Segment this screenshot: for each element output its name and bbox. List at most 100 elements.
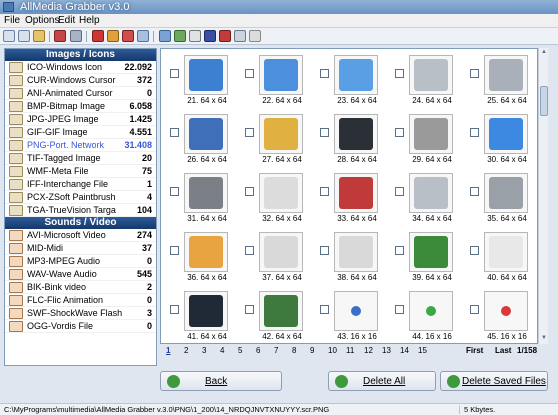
save-icon[interactable] xyxy=(137,30,149,42)
category-item[interactable]: CUR-Windows Cursor 372 xyxy=(5,74,156,87)
select-checkbox[interactable] xyxy=(395,246,404,255)
select-checkbox[interactable] xyxy=(395,305,404,314)
thumbnail[interactable] xyxy=(184,55,228,95)
select-checkbox[interactable] xyxy=(470,246,479,255)
select-checkbox[interactable] xyxy=(245,246,254,255)
thumbnail[interactable] xyxy=(484,114,528,154)
page-link[interactable]: 14 xyxy=(400,346,409,355)
category-item[interactable]: AVI-Microsoft Video 274 xyxy=(5,229,156,242)
help-icon[interactable] xyxy=(249,30,261,42)
select-checkbox[interactable] xyxy=(470,305,479,314)
category-item[interactable]: PCX-ZSoft Paintbrush 4 xyxy=(5,191,156,204)
delete-icon[interactable] xyxy=(92,30,104,42)
open-icon[interactable] xyxy=(18,30,30,42)
last-page-link[interactable]: Last xyxy=(495,346,511,355)
select-checkbox[interactable] xyxy=(245,305,254,314)
thumbnail[interactable] xyxy=(409,114,453,154)
page-link[interactable]: 11 xyxy=(346,346,354,355)
category-item[interactable]: FLC-Flic Animation 0 xyxy=(5,294,156,307)
select-checkbox[interactable] xyxy=(320,187,329,196)
settings-icon[interactable] xyxy=(234,30,246,42)
page-link[interactable]: 7 xyxy=(274,346,278,355)
category-item[interactable]: WMF-Meta File 75 xyxy=(5,165,156,178)
select-checkbox[interactable] xyxy=(170,128,179,137)
category-item[interactable]: PNG-Port. Network 31.408 xyxy=(5,139,156,152)
thumbnail[interactable] xyxy=(184,232,228,272)
select-checkbox[interactable] xyxy=(470,128,479,137)
thumbnail[interactable] xyxy=(334,173,378,213)
category-item[interactable]: TIF-Tagged Image 20 xyxy=(5,152,156,165)
delete-all-button[interactable]: Delete All xyxy=(328,371,436,391)
page-link[interactable]: 15 xyxy=(418,346,427,355)
select-checkbox[interactable] xyxy=(470,187,479,196)
page-link[interactable]: 13 xyxy=(382,346,391,355)
first-page-link[interactable]: First xyxy=(466,346,483,355)
category-item[interactable]: TGA-TrueVision Targa 104 xyxy=(5,204,156,217)
select-checkbox[interactable] xyxy=(245,69,254,78)
thumbnail[interactable] xyxy=(409,232,453,272)
scroll-down-arrow[interactable]: ▼ xyxy=(540,335,548,343)
page-link[interactable]: 8 xyxy=(292,346,296,355)
www-icon[interactable] xyxy=(204,30,216,42)
thumbnail[interactable] xyxy=(334,55,378,95)
scroll-thumb[interactable] xyxy=(540,86,548,116)
select-checkbox[interactable] xyxy=(320,69,329,78)
page-link[interactable]: 4 xyxy=(220,346,224,355)
thumbnail[interactable] xyxy=(409,291,453,331)
page-link[interactable]: 6 xyxy=(256,346,260,355)
select-checkbox[interactable] xyxy=(245,128,254,137)
select-checkbox[interactable] xyxy=(470,69,479,78)
thumbnail[interactable] xyxy=(259,232,303,272)
category-item[interactable]: BIK-Bink video 2 xyxy=(5,281,156,294)
thumbnail[interactable] xyxy=(259,55,303,95)
page-link[interactable]: 10 xyxy=(328,346,337,355)
category-item[interactable]: ANI-Animated Cursor 0 xyxy=(5,87,156,100)
hourglass-icon[interactable] xyxy=(70,30,82,42)
page-link[interactable]: 1 xyxy=(166,346,170,355)
thumbnail[interactable] xyxy=(484,55,528,95)
thumbnail[interactable] xyxy=(484,291,528,331)
thumbnail[interactable] xyxy=(484,232,528,272)
page-link[interactable]: 3 xyxy=(202,346,206,355)
thumbnail[interactable] xyxy=(334,114,378,154)
menu-help[interactable]: Help xyxy=(79,15,100,26)
category-item[interactable]: MID-Midi 37 xyxy=(5,242,156,255)
folder-icon[interactable] xyxy=(33,30,45,42)
category-item[interactable]: GIF-GIF Image 4.551 xyxy=(5,126,156,139)
thumbnail[interactable] xyxy=(259,291,303,331)
select-checkbox[interactable] xyxy=(245,187,254,196)
category-item[interactable]: IFF-Interchange File 1 xyxy=(5,178,156,191)
page-link[interactable]: 5 xyxy=(238,346,242,355)
page-link[interactable]: 12 xyxy=(364,346,373,355)
calendar-icon[interactable] xyxy=(54,30,66,42)
select-checkbox[interactable] xyxy=(395,69,404,78)
thumbnail[interactable] xyxy=(259,114,303,154)
thumbnail[interactable] xyxy=(409,173,453,213)
select-checkbox[interactable] xyxy=(395,187,404,196)
menu-options[interactable]: Options xyxy=(25,15,59,26)
select-checkbox[interactable] xyxy=(170,246,179,255)
menu-file[interactable]: File xyxy=(4,15,20,26)
select-checkbox[interactable] xyxy=(170,187,179,196)
thumbnail[interactable] xyxy=(259,173,303,213)
back-button[interactable]: Back xyxy=(160,371,282,391)
category-item[interactable]: WAV-Wave Audio 545 xyxy=(5,268,156,281)
category-item[interactable]: JPG-JPEG Image 1.425 xyxy=(5,113,156,126)
thumbnail[interactable] xyxy=(184,291,228,331)
select-checkbox[interactable] xyxy=(320,128,329,137)
delete-saved-files-button[interactable]: Delete Saved Files xyxy=(440,371,548,391)
thumbnail[interactable] xyxy=(334,232,378,272)
select-checkbox[interactable] xyxy=(320,246,329,255)
grid-scrollbar[interactable]: ▲ ▼ xyxy=(538,48,548,344)
thumbnail[interactable] xyxy=(334,291,378,331)
thumbnail[interactable] xyxy=(184,173,228,213)
select-checkbox[interactable] xyxy=(395,128,404,137)
select-checkbox[interactable] xyxy=(170,305,179,314)
sheet-icon[interactable] xyxy=(174,30,186,42)
page-link[interactable]: 2 xyxy=(184,346,188,355)
thumbnail[interactable] xyxy=(409,55,453,95)
page-link[interactable]: 9 xyxy=(310,346,314,355)
category-item[interactable]: BMP-Bitmap Image 6.058 xyxy=(5,100,156,113)
category-item[interactable]: ICO-Windows Icon 22.092 xyxy=(5,61,156,74)
select-checkbox[interactable] xyxy=(170,69,179,78)
